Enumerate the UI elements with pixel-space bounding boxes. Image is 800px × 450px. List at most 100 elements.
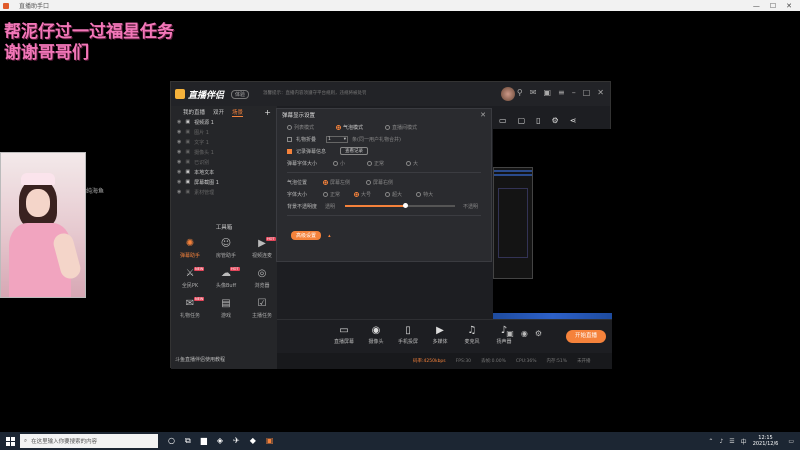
maximize-button[interactable]: ☐ [770, 2, 776, 10]
scene-item[interactable]: ◉ ▣ 摄像头 1 [171, 147, 277, 157]
explorer-icon[interactable]: ▆ [201, 436, 207, 446]
gear-icon[interactable]: ⚙ [535, 329, 542, 338]
task-view-icon[interactable]: ○ [168, 436, 175, 446]
taskview-icon[interactable]: ⧉ [185, 436, 191, 446]
tool-item[interactable]: ✺ 弹幕助手 [172, 239, 208, 260]
eye-icon[interactable]: ◉ [177, 159, 181, 165]
tool-item[interactable]: ☁ HOT 头像Buff [208, 267, 244, 289]
advanced-chevron-icon[interactable]: ▴ [328, 233, 331, 239]
tutorial-link[interactable]: 斗鱼直播伴侣使用教程 [175, 356, 225, 363]
app-icon-3[interactable]: ◆ [250, 436, 256, 446]
portrait-icon[interactable]: ▯ [536, 116, 540, 125]
scene-item[interactable]: ◉ ▣ 本地文本 [171, 167, 277, 177]
eye-icon[interactable]: ◉ [177, 169, 181, 175]
maximize-icon[interactable]: □ [583, 88, 591, 97]
view-record-button[interactable]: 查看记录 [340, 147, 369, 155]
font-large[interactable]: 大号 [354, 191, 371, 198]
add-scene-icon[interactable]: + [264, 108, 271, 117]
notification-icon[interactable]: ▭ [788, 438, 794, 445]
mode-list[interactable]: 列表模式 [287, 124, 314, 131]
eye-icon[interactable]: ◉ [177, 189, 181, 195]
control-button[interactable]: ▯ 手机投屏 [397, 326, 419, 346]
fold-count-select[interactable]: 1 ▾ [326, 135, 349, 143]
layout-icon[interactable]: ▭ [499, 116, 507, 125]
scene-item[interactable]: ◉ ▣ 文字 1 [171, 137, 277, 147]
tool-item[interactable]: ▤ 游戏 [208, 299, 244, 320]
size-small[interactable]: 小 [333, 160, 345, 167]
tool-item[interactable]: ◎ 浏览器 [244, 268, 280, 290]
browser-icon: ◎ [257, 268, 267, 279]
close-icon[interactable]: ✕ [597, 88, 604, 97]
eye-icon[interactable]: ◉ [177, 149, 181, 155]
camera-small-icon[interactable]: ▣ [506, 329, 514, 338]
minimize-icon[interactable]: – [572, 88, 576, 97]
tool-item[interactable]: ⚔ NEW 全民PK [172, 267, 208, 289]
minimize-button[interactable]: — [753, 2, 760, 10]
eye-icon[interactable]: ◉ [177, 129, 181, 135]
tool-item[interactable]: ✉ NEW 礼物任务 [172, 297, 208, 319]
control-button[interactable]: ▶ 多媒体 [429, 326, 451, 346]
font-normal[interactable]: 正常 [323, 191, 340, 198]
opacity-slider[interactable] [345, 203, 456, 208]
volume-icon[interactable]: ♪ [719, 438, 723, 445]
scene-item[interactable]: ◉ ▣ 图片 1 [171, 127, 277, 137]
live-app-taskbar-icon[interactable]: ▣ [266, 436, 274, 446]
scene-item[interactable]: ◉ ▣ 已识别 [171, 157, 277, 167]
gift-icon[interactable]: ▣ [543, 88, 551, 97]
search-icon: ⌕ [24, 437, 28, 444]
size-normal[interactable]: 正常 [367, 160, 384, 167]
shirt-icon[interactable]: ⚲ [517, 88, 523, 97]
tool-item[interactable]: ▶ HOT 视频连麦 [244, 237, 280, 259]
network-icon[interactable]: ⌃ [708, 438, 713, 445]
dialog-close-icon[interactable]: ✕ [480, 111, 486, 119]
pos-right[interactable]: 屏幕右侧 [366, 179, 393, 186]
app-icon-2[interactable]: ✈ [233, 436, 240, 446]
menu-icon[interactable]: ≡ [558, 88, 565, 97]
mode-bubble[interactable]: 气泡模式 [336, 124, 363, 131]
scene-item[interactable]: ◉ ▣ 素材管理 [171, 187, 277, 197]
close-button[interactable]: ✕ [786, 2, 792, 10]
control-button[interactable]: ▭ 直播屏幕 [333, 326, 355, 346]
user-avatar[interactable] [501, 87, 515, 101]
app-name: 直播伴侣 [188, 90, 225, 101]
share-icon[interactable]: ⋖ [570, 116, 577, 125]
wifi-icon[interactable]: ☰ [729, 438, 734, 445]
app-icon [3, 2, 9, 9]
tool-item[interactable]: ☺ 房管助手 [208, 239, 244, 260]
fold-checkbox[interactable] [287, 136, 292, 142]
taskbar-search[interactable]: ⌕ 在这里输入你要搜索的内容 [20, 434, 158, 448]
scene-item[interactable]: ◉ ▣ 视频源 1 [171, 117, 277, 127]
record-icon[interactable]: ◉ [521, 329, 528, 338]
tab-dual[interactable]: 双开 [213, 108, 224, 117]
pos-left[interactable]: 屏幕左侧 [323, 179, 350, 186]
control-button[interactable]: ♫ 麦克风 [461, 326, 483, 346]
message-icon[interactable]: ✉ [530, 88, 537, 97]
tool-label: 头像Buff [215, 283, 237, 289]
eye-icon[interactable]: ◉ [177, 179, 181, 185]
store-icon[interactable]: ◈ [217, 436, 223, 446]
ime-icon[interactable]: 中 [741, 437, 747, 446]
start-live-button[interactable]: 开始直播 [566, 330, 606, 343]
eye-icon[interactable]: ◉ [177, 119, 181, 125]
record-checkbox[interactable] [287, 148, 292, 154]
mode-room[interactable]: 直播间模式 [385, 124, 417, 131]
taskbar-clock[interactable]: 12:15 2021/12/6 [753, 435, 779, 447]
scene-label: 摄像头 1 [194, 149, 214, 156]
settings-icon[interactable]: ⚙ [552, 116, 559, 125]
advanced-settings-button[interactable]: 高级设置 [291, 231, 322, 240]
font-xxlarge[interactable]: 特大 [416, 191, 433, 198]
opacity-slider-handle[interactable] [403, 203, 409, 208]
landscape-icon[interactable]: ▢ [518, 116, 526, 125]
windows-start-icon[interactable] [0, 436, 18, 446]
bottom-control-bar: ▭ 直播屏幕 ◉ 摄像头 ▯ 手机投屏 ▶ 多媒体 ♫ 麦克风 ♪ 扬声器 ▣ ◉ ⚙ 开始直播 [277, 319, 612, 353]
eye-icon[interactable]: ◉ [177, 139, 181, 145]
control-label: 多媒体 [432, 339, 448, 345]
tab-my-live[interactable]: 我的直播 [183, 108, 205, 117]
font-xlarge[interactable]: 超大 [385, 191, 402, 198]
scene-item[interactable]: ◉ ▣ 屏幕截图 1 [171, 177, 277, 187]
size-large[interactable]: 大 [406, 160, 418, 167]
tool-item[interactable]: ☑ 主播任务 [244, 299, 280, 320]
control-button[interactable]: ◉ 摄像头 [365, 326, 387, 346]
tab-scene[interactable]: 场景 [232, 108, 244, 117]
version-badge[interactable]: 体验 [231, 89, 250, 99]
